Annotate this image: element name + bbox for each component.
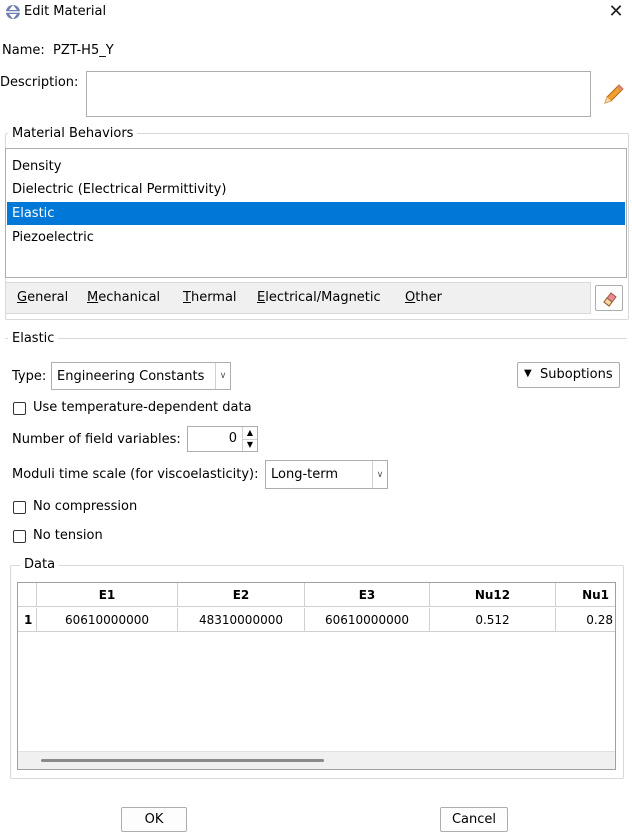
- data-title: Data: [20, 557, 60, 572]
- column-header-e1[interactable]: E1: [37, 583, 178, 607]
- material-name-value: PZT-H5_Y: [53, 43, 114, 58]
- cancel-button[interactable]: Cancel: [440, 807, 508, 832]
- ok-button[interactable]: OK: [121, 807, 187, 832]
- field-vars-spinner[interactable]: 0 ▲ ▼: [187, 426, 258, 452]
- chevron-down-icon: ∨: [215, 363, 230, 389]
- no-compression-checkbox[interactable]: [13, 501, 26, 514]
- moduli-select-value: Long-term: [271, 467, 339, 482]
- menu-thermal[interactable]: Thermal: [183, 290, 237, 305]
- menu-mechanical-mnemonic: M: [87, 290, 99, 305]
- description-label: Description:: [0, 75, 79, 90]
- row-index: 1: [18, 608, 37, 632]
- behavior-menubar: General Mechanical Thermal Electrical/Ma…: [5, 282, 591, 314]
- menu-mechanical[interactable]: Mechanical: [87, 290, 160, 305]
- behaviors-list[interactable]: Density Dielectric (Electrical Permittiv…: [5, 148, 627, 278]
- menu-other[interactable]: Other: [405, 290, 442, 305]
- corner-header: [18, 583, 37, 607]
- elastic-section-title: Elastic: [8, 331, 59, 346]
- menu-other-mnemonic: O: [405, 290, 416, 305]
- no-compression-label: No compression: [33, 499, 138, 514]
- menu-general-label: eneral: [27, 290, 69, 305]
- type-select-value: Engineering Constants: [57, 369, 205, 384]
- type-label: Type:: [12, 369, 47, 384]
- triangle-down-icon: ▼: [524, 368, 532, 379]
- menu-mechanical-label: echanical: [98, 290, 161, 305]
- type-select[interactable]: Engineering Constants ∨: [51, 362, 231, 390]
- horizontal-scrollbar[interactable]: [18, 751, 615, 769]
- scrollbar-thumb[interactable]: [41, 759, 324, 762]
- table-cell-nu13[interactable]: 0.28: [556, 608, 615, 632]
- moduli-label: Moduli time scale (for viscoelasticity):: [12, 467, 259, 482]
- column-header-e2[interactable]: E2: [178, 583, 305, 607]
- pencil-icon[interactable]: [600, 82, 626, 108]
- field-vars-label: Number of field variables:: [12, 432, 181, 447]
- use-temp-label: Use temperature-dependent data: [33, 400, 252, 415]
- data-table[interactable]: E1 E2 E3 Nu12 Nu1 1 60610000000 48310000…: [17, 582, 616, 770]
- table-cell-e3[interactable]: 60610000000: [305, 608, 430, 632]
- delete-behavior-button[interactable]: [595, 285, 623, 311]
- field-vars-value: 0: [228, 431, 237, 446]
- window-title: Edit Material: [24, 4, 107, 19]
- use-temp-checkbox[interactable]: [13, 402, 26, 415]
- menu-thermal-mnemonic: T: [183, 290, 191, 305]
- close-icon[interactable]: ✕: [605, 2, 627, 24]
- chevron-down-icon: ∨: [372, 461, 387, 488]
- behavior-item-piezoelectric[interactable]: Piezoelectric: [7, 226, 593, 249]
- material-behaviors-title: Material Behaviors: [8, 126, 138, 141]
- menu-general[interactable]: General: [17, 290, 68, 305]
- behavior-item-elastic[interactable]: Elastic: [7, 202, 625, 225]
- moduli-select[interactable]: Long-term ∨: [265, 460, 388, 489]
- no-tension-checkbox[interactable]: [13, 530, 26, 543]
- menu-other-label: ther: [415, 290, 442, 305]
- name-label: Name:: [2, 43, 45, 58]
- menu-electrical-mnemonic: E: [257, 290, 266, 305]
- no-tension-label: No tension: [33, 528, 103, 543]
- menu-general-mnemonic: G: [17, 290, 28, 305]
- abaqus-app-icon: [6, 5, 20, 19]
- column-header-nu13[interactable]: Nu1: [556, 583, 615, 607]
- spin-down-icon[interactable]: ▼: [242, 439, 257, 451]
- suboptions-label: Suboptions: [540, 367, 613, 382]
- column-header-nu12[interactable]: Nu12: [430, 583, 556, 607]
- title-bar: Edit Material ✕: [0, 0, 632, 26]
- table-cell-e1[interactable]: 60610000000: [37, 608, 178, 632]
- behavior-item-dielectric[interactable]: Dielectric (Electrical Permittivity): [7, 178, 593, 201]
- description-field[interactable]: [86, 71, 591, 117]
- behavior-item-density[interactable]: Density: [7, 155, 593, 178]
- table-cell-e2[interactable]: 48310000000: [178, 608, 305, 632]
- suboptions-button[interactable]: ▼ Suboptions: [517, 362, 620, 388]
- column-header-e3[interactable]: E3: [305, 583, 430, 607]
- table-cell-nu12[interactable]: 0.512: [430, 608, 556, 632]
- menu-electrical-label: lectrical/Magnetic: [265, 290, 381, 305]
- eraser-icon: [603, 292, 617, 307]
- menu-thermal-label: hermal: [190, 290, 237, 305]
- menu-electrical-magnetic[interactable]: Electrical/Magnetic: [257, 290, 381, 305]
- elastic-divider: [5, 338, 627, 339]
